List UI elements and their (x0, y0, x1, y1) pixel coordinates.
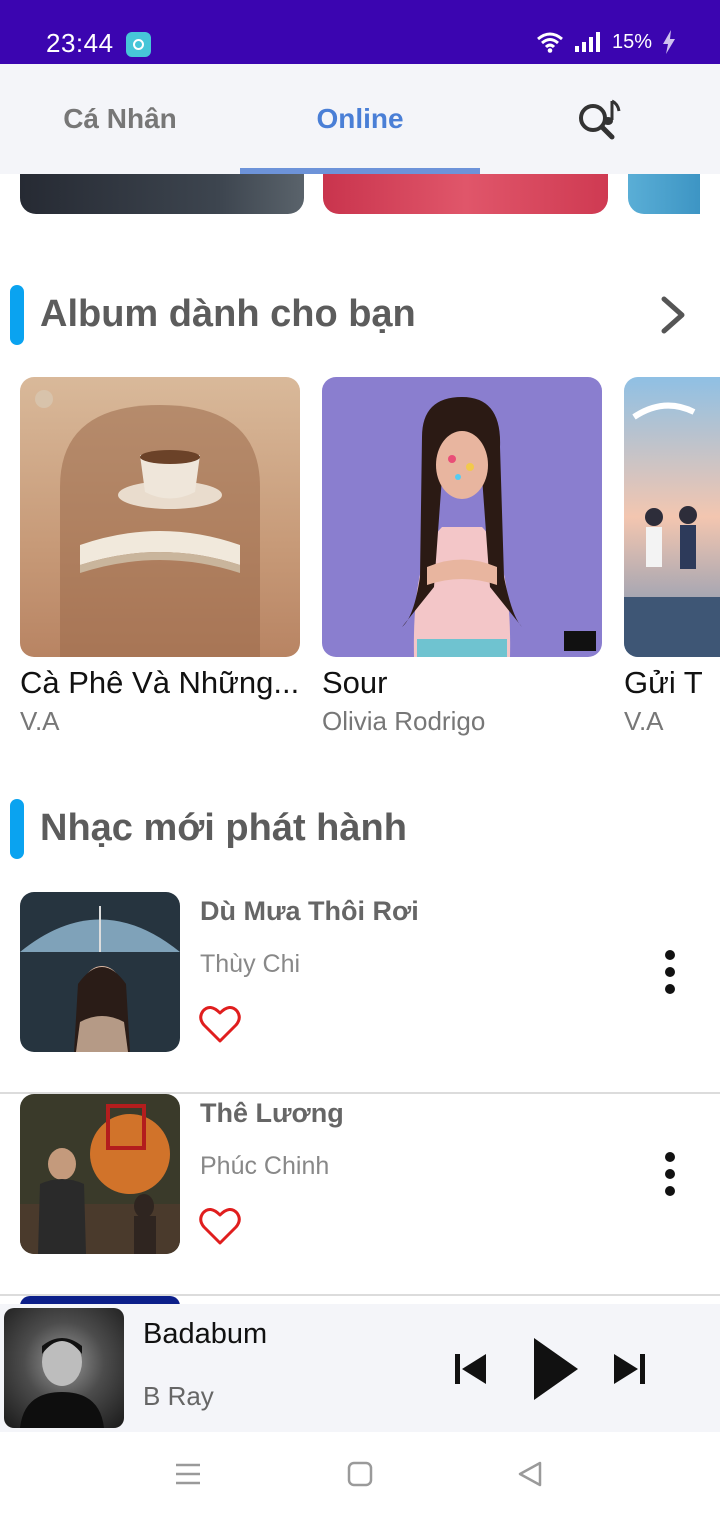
chevron-right-icon[interactable] (654, 295, 690, 335)
album-title: Sour (322, 665, 388, 700)
song-row[interactable]: Dù Mưa Thôi Rơi Thùy Chi (0, 892, 720, 1094)
menu-icon[interactable] (174, 1460, 202, 1488)
song-artist: Phúc Chinh (200, 1152, 330, 1180)
album-artwork (35, 390, 260, 657)
status-time: 23:44 (46, 28, 114, 58)
play-icon[interactable] (530, 1334, 582, 1404)
tab-personal[interactable]: Cá Nhân (0, 64, 240, 174)
album-artist: Olivia Rodrigo (322, 706, 486, 736)
album-artwork (624, 402, 720, 657)
album-cover (322, 377, 602, 657)
album-card[interactable]: Cà Phê Và Những... V.A (20, 377, 300, 737)
previous-icon[interactable] (452, 1340, 488, 1396)
status-indicators: 15% (536, 30, 676, 54)
album-card[interactable]: Gửi T V.A (624, 377, 720, 737)
next-icon[interactable] (612, 1340, 648, 1396)
tab-online[interactable]: Online (240, 64, 480, 174)
now-playing-thumbnail (4, 1308, 124, 1428)
album-artist: V.A (624, 706, 664, 736)
tab-search[interactable] (480, 64, 720, 174)
banner-card[interactable] (323, 174, 608, 214)
song-row[interactable]: Thê Lương Phúc Chinh (0, 1094, 720, 1296)
albums-section-header: Album dành cho bạn (0, 283, 720, 347)
section-accent-bar (10, 285, 24, 345)
song-artist: Thùy Chi (200, 950, 301, 978)
mini-player[interactable]: Badabum B Ray (0, 1304, 720, 1432)
banner-card[interactable] (628, 174, 700, 214)
album-cover (20, 377, 300, 657)
album-cover (624, 377, 720, 657)
song-title: Thê Lương (200, 1098, 344, 1128)
now-playing-artist: B Ray (143, 1381, 214, 1411)
back-icon[interactable] (516, 1460, 544, 1488)
song-artwork (20, 892, 180, 1052)
now-playing-artwork (20, 1338, 104, 1428)
album-title: Gửi T (624, 665, 703, 700)
banner-card[interactable] (20, 174, 304, 214)
app-notification-icon (126, 32, 151, 57)
now-playing-title: Badabum (143, 1318, 268, 1350)
song-artwork (20, 1094, 180, 1254)
section-title: Album dành cho bạn (40, 293, 416, 335)
more-options-icon[interactable] (660, 1152, 680, 1196)
album-title: Cà Phê Và Những... (20, 665, 300, 700)
album-card[interactable]: Sour Olivia Rodrigo (322, 377, 602, 737)
song-title: Dù Mưa Thôi Rơi (200, 896, 419, 926)
home-icon[interactable] (346, 1460, 374, 1488)
heart-icon[interactable] (199, 1206, 241, 1246)
album-artwork (402, 397, 596, 657)
song-thumbnail (20, 1094, 180, 1254)
system-nav-bar (0, 1432, 720, 1520)
music-search-icon (579, 99, 621, 140)
top-tab-bar: Cá Nhân Online (0, 64, 720, 174)
section-accent-bar (10, 799, 24, 859)
battery-percent: 15% (611, 30, 652, 53)
status-bar: 23:44 15% (0, 0, 720, 64)
album-artist: V.A (20, 706, 60, 736)
signal-icon (574, 32, 600, 52)
heart-icon[interactable] (199, 1004, 241, 1044)
song-thumbnail (20, 892, 180, 1052)
more-options-icon[interactable] (660, 950, 680, 994)
section-title: Nhạc mới phát hành (40, 807, 407, 849)
wifi-icon (537, 32, 563, 53)
charging-icon (663, 30, 675, 54)
new-releases-section-header: Nhạc mới phát hành (0, 797, 720, 861)
